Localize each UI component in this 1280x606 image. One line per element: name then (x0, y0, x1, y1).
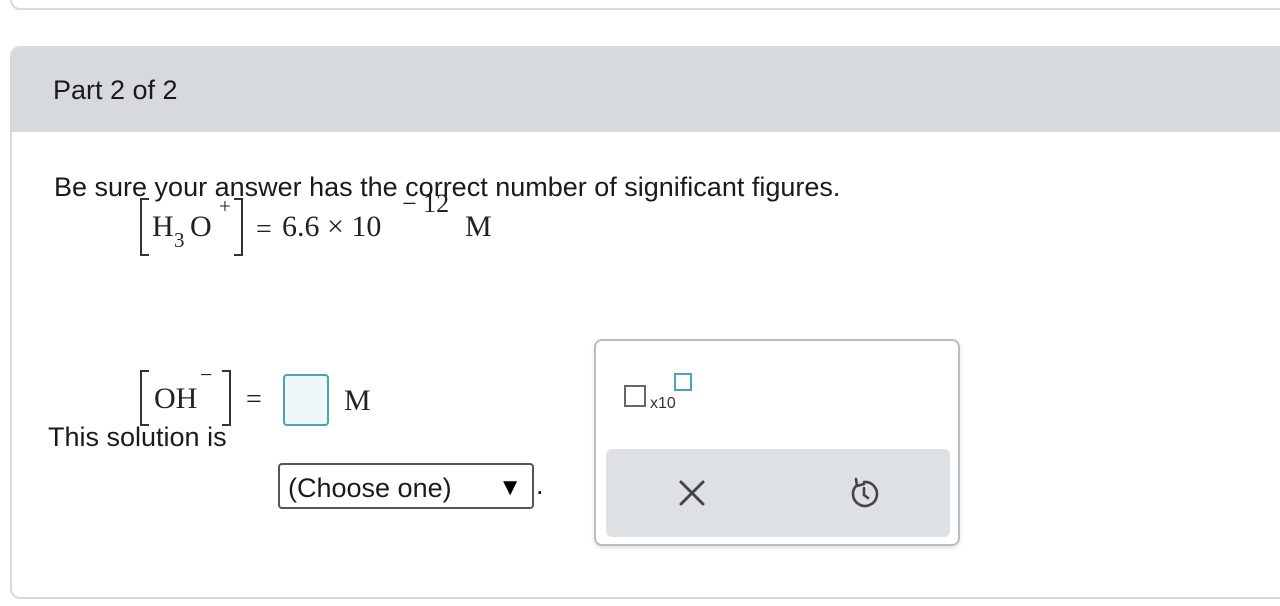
solution-label: This solution is (48, 422, 227, 452)
formula-charge: − (200, 362, 213, 387)
undo-button[interactable] (842, 471, 886, 515)
formula-subscript: 3 (174, 228, 185, 252)
exponent-box-icon (674, 373, 692, 391)
undo-icon (851, 477, 879, 508)
x10-label: x10 (650, 395, 676, 412)
formula-h: H (152, 210, 174, 243)
left-bracket (140, 198, 149, 256)
concentration-value: 6.6 × 10 (282, 210, 382, 243)
right-bracket (234, 198, 243, 256)
part-title: Part 2 of 2 (53, 75, 178, 105)
equals-sign: = (256, 214, 272, 245)
answer-tools-panel: x10 (594, 339, 960, 546)
left-bracket (140, 370, 149, 426)
given-concentration-equation: H 3 O + = 6.6 × 10 − 12 M (128, 189, 548, 260)
close-icon (679, 480, 705, 506)
formula-oh: OH (154, 382, 198, 415)
previous-card (10, 0, 1280, 10)
concentration-exponent: − 12 (402, 189, 450, 218)
equals-sign: = (246, 384, 262, 415)
formula-o: O (190, 210, 212, 243)
scientific-notation-button[interactable]: x10 (624, 371, 704, 417)
clear-button[interactable] (670, 471, 714, 515)
right-bracket (222, 370, 231, 426)
solution-type-select[interactable]: (Choose one) ▼ (278, 463, 534, 509)
unit-molar: M (344, 384, 371, 417)
formula-charge: + (219, 194, 231, 218)
part-header: Part 2 of 2 (12, 48, 1280, 132)
unit-molar: M (465, 210, 492, 243)
action-bar (606, 449, 950, 537)
select-value: (Choose one) (288, 473, 452, 503)
sentence-period: . (536, 470, 544, 500)
unknown-concentration-equation: OH − = (128, 322, 388, 426)
chevron-down-icon: ▼ (498, 474, 522, 501)
mantissa-box-icon (624, 385, 646, 407)
answer-input[interactable] (283, 374, 329, 426)
